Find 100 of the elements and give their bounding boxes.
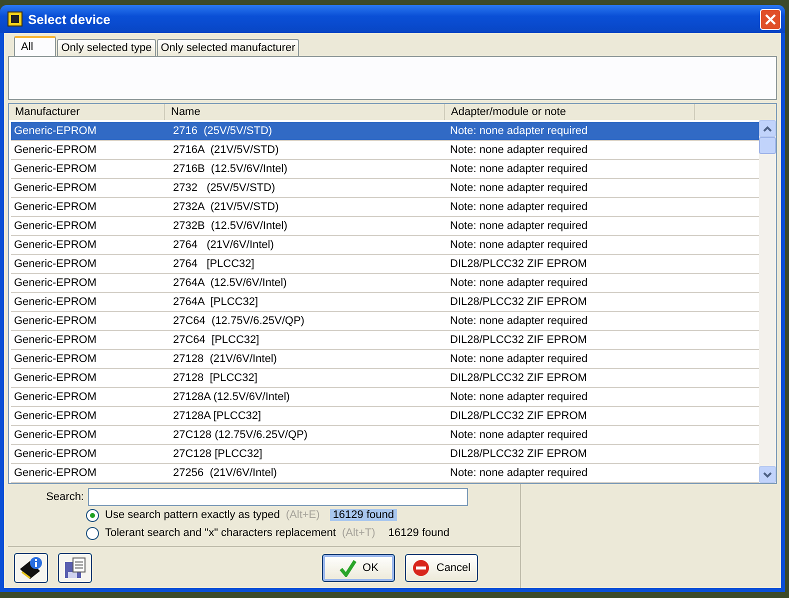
table-cell-text: 27C128 (12.75V/6.25V/QP) xyxy=(172,429,309,441)
table-cell-text: Generic-EPROM xyxy=(13,201,98,213)
window-title: Select device xyxy=(28,12,112,26)
table-cell-text: Note: none adapter required xyxy=(449,467,589,479)
close-button[interactable] xyxy=(760,8,781,30)
column-header[interactable]: Manufacturer xyxy=(9,104,165,120)
scroll-down-button[interactable] xyxy=(759,466,776,483)
shortcut-hint: (Alt+E) xyxy=(286,509,320,521)
shortcut-hint: (Alt+T) xyxy=(342,527,376,539)
table-cell-text: 2764 (21V/6V/Intel) xyxy=(172,239,275,251)
table-cell-text: Note: none adapter required xyxy=(449,277,589,289)
table-row[interactable]: Generic-EPROM 2764A (12.5V/6V/Intel) Note: none adapter required xyxy=(11,274,759,293)
table-cell-text: Note: none adapter required xyxy=(449,353,589,365)
scrollbar[interactable] xyxy=(759,120,776,483)
radio-button[interactable] xyxy=(86,508,99,522)
table-cell-text: 2732 (25V/5V/STD) xyxy=(172,182,276,194)
table-row[interactable]: Generic-EPROM 2764 [PLCC32] DIL28/PLCC32 ZIF EPROM xyxy=(11,255,759,274)
table-row[interactable]: Generic-EPROM 2764A [PLCC32] DIL28/PLCC32 ZIF EPROM xyxy=(11,293,759,312)
table-cell-text: 27128A [PLCC32] xyxy=(172,410,262,422)
table-cell-text: Generic-EPROM xyxy=(13,315,98,327)
table-cell-text: Generic-EPROM xyxy=(13,277,98,289)
table-cell-text: Note: none adapter required xyxy=(449,391,589,403)
radio-button[interactable] xyxy=(86,526,99,540)
table-cell-text: Generic-EPROM xyxy=(13,144,98,156)
table-cell-text: Generic-EPROM xyxy=(13,220,98,232)
found-count: 16129 found xyxy=(387,527,450,539)
table-cell-text: Generic-EPROM xyxy=(13,467,98,479)
info-button[interactable] xyxy=(14,553,48,583)
table-row[interactable]: Generic-EPROM 27128A (12.5V/6V/Intel) Note: none adapter required xyxy=(11,388,759,407)
chip-icon xyxy=(6,10,24,28)
table-row[interactable]: Generic-EPROM 2716A (21V/5V/STD) Note: none adapter required xyxy=(11,141,759,160)
column-header[interactable]: Adapter/module or note xyxy=(445,104,695,120)
scroll-up-button[interactable] xyxy=(759,120,776,137)
chevron-up-icon xyxy=(763,126,772,132)
table-cell-text: Generic-EPROM xyxy=(13,296,98,308)
table-cell-text: Generic-EPROM xyxy=(13,182,98,194)
table-cell-text: 27128 (21V/6V/Intel) xyxy=(172,353,278,365)
table-cell-text: 27C64 (12.75V/6.25V/QP) xyxy=(172,315,306,327)
table-cell-text: Generic-EPROM xyxy=(13,353,98,365)
search-label: Search: xyxy=(45,491,84,503)
table-cell-text: DIL28/PLCC32 ZIF EPROM xyxy=(449,334,588,346)
table-cell-text: 2716A (21V/5V/STD) xyxy=(172,144,280,156)
table-cell-text: Generic-EPROM xyxy=(13,372,98,384)
table-cell-text: Generic-EPROM xyxy=(13,391,98,403)
table-row[interactable]: Generic-EPROM 27128 [PLCC32] DIL28/PLCC32 ZIF EPROM xyxy=(11,369,759,388)
table-row[interactable]: Generic-EPROM 27C128 [PLCC32] DIL28/PLCC32 ZIF EPROM xyxy=(11,445,759,464)
table-row[interactable]: Generic-EPROM 2732 (25V/5V/STD) Note: none adapter required xyxy=(11,179,759,198)
table-cell-text: 27C64 [PLCC32] xyxy=(172,334,260,346)
search-field[interactable] xyxy=(88,488,468,506)
table-cell-text: 2764A [PLCC32] xyxy=(172,296,260,308)
no-entry-icon xyxy=(412,559,430,577)
column-header[interactable]: Name xyxy=(165,104,445,120)
table-cell-text: Note: none adapter required xyxy=(449,163,589,175)
table-cell-text: DIL28/PLCC32 ZIF EPROM xyxy=(449,296,588,308)
table-cell-text: Generic-EPROM xyxy=(13,239,98,251)
checkmark-icon xyxy=(338,559,357,577)
table-cell-text: DIL28/PLCC32 ZIF EPROM xyxy=(449,448,588,460)
table-row[interactable]: Generic-EPROM 2732A (21V/5V/STD) Note: none adapter required xyxy=(11,198,759,217)
table-cell-text: Generic-EPROM xyxy=(13,163,98,175)
scroll-thumb[interactable] xyxy=(759,137,776,154)
table-cell-text: Generic-EPROM xyxy=(13,125,98,137)
table-row[interactable]: Generic-EPROM 27256 (21V/6V/Intel) Note: none adapter required xyxy=(11,464,759,483)
table-cell-text: 2732B (12.5V/6V/Intel) xyxy=(172,220,288,232)
option-label: Use search pattern exactly as typed xyxy=(105,509,280,521)
table-row[interactable]: Generic-EPROM 2732B (12.5V/6V/Intel) Note: none adapter required xyxy=(11,217,759,236)
table-row[interactable]: Generic-EPROM 2716 (25V/5V/STD) Note: none adapter required xyxy=(11,122,759,141)
table-cell-text: Note: none adapter required xyxy=(449,239,589,251)
table-cell-text: Note: none adapter required xyxy=(449,125,589,137)
table-row[interactable]: Generic-EPROM 2716B (12.5V/6V/Intel) Note: none adapter required xyxy=(11,160,759,179)
table-row[interactable]: Generic-EPROM 27C64 [PLCC32] DIL28/PLCC32 ZIF EPROM xyxy=(11,331,759,350)
tab[interactable]: Only selected type xyxy=(57,39,156,56)
table-cell-text: Note: none adapter required xyxy=(449,144,589,156)
save-button[interactable] xyxy=(58,553,92,583)
table-row[interactable]: Generic-EPROM 27128A [PLCC32] DIL28/PLCC32 ZIF EPROM xyxy=(11,407,759,426)
table-cell-text: DIL28/PLCC32 ZIF EPROM xyxy=(449,258,588,270)
table-cell-text: 27128 [PLCC32] xyxy=(172,372,258,384)
table-row[interactable]: Generic-EPROM 27C128 (12.75V/6.25V/QP) Note: none adapter required xyxy=(11,426,759,445)
chevron-down-icon xyxy=(763,472,772,478)
option-label: Tolerant search and "x" characters replacement xyxy=(105,527,336,539)
cancel-button[interactable]: Cancel xyxy=(405,554,478,582)
table-row[interactable]: Generic-EPROM 27128 (21V/6V/Intel) Note: none adapter required xyxy=(11,350,759,369)
table-cell-text: DIL28/PLCC32 ZIF EPROM xyxy=(449,410,588,422)
table-cell-text: 2764 [PLCC32] xyxy=(172,258,256,270)
table-cell-text: Generic-EPROM xyxy=(13,429,98,441)
table-cell-text: 2732A (21V/5V/STD) xyxy=(172,201,280,213)
found-count: 16129 found xyxy=(330,509,397,521)
table-cell-text: 2764A (12.5V/6V/Intel) xyxy=(172,277,288,289)
table-cell-text: Generic-EPROM xyxy=(13,334,98,346)
floppy-disk-icon xyxy=(63,556,87,580)
ok-button[interactable]: OK xyxy=(322,554,395,582)
table-cell-text: Note: none adapter required xyxy=(449,220,589,232)
tab[interactable]: All xyxy=(14,36,56,56)
tab[interactable]: Only selected manufacturer xyxy=(156,39,300,56)
close-icon xyxy=(765,14,776,24)
table-cell-text: Note: none adapter required xyxy=(449,429,589,441)
table-cell-text: DIL28/PLCC32 ZIF EPROM xyxy=(449,372,588,384)
table-row[interactable]: Generic-EPROM 2764 (21V/6V/Intel) Note: none adapter required xyxy=(11,236,759,255)
table-row[interactable]: Generic-EPROM 27C64 (12.75V/6.25V/QP) Note: none adapter required xyxy=(11,312,759,331)
table-cell-text: 27C128 [PLCC32] xyxy=(172,448,264,460)
table-cell-text: Generic-EPROM xyxy=(13,410,98,422)
